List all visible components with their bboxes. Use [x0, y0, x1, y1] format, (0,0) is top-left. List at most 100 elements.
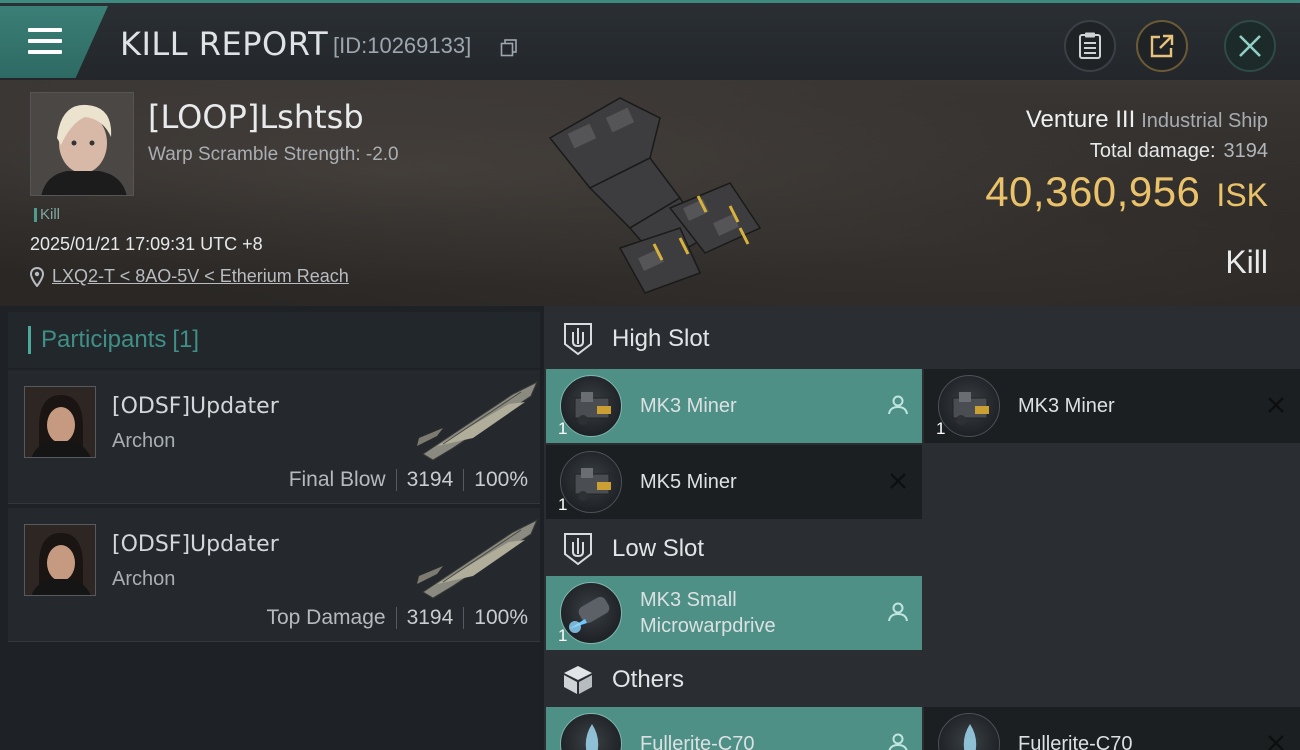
participant-avatar-image: [25, 525, 95, 595]
participants-label: Participants: [41, 326, 167, 353]
page-title: KILL REPORT: [120, 25, 329, 63]
clipboard-button[interactable]: [1064, 20, 1116, 72]
cargo-box-icon: [560, 662, 596, 698]
kill-tag: Kill: [34, 206, 60, 223]
kill-tag-label: Kill: [40, 206, 61, 223]
ship-info: Venture III Industrial Ship: [1026, 106, 1268, 134]
victim-avatar-image: [31, 93, 133, 195]
participant-row[interactable]: [ODSF]Updater Archon Top Damage 3194 100…: [8, 508, 540, 642]
fullerite-icon: [560, 713, 622, 750]
miner-module-icon: [938, 375, 1000, 437]
miner-module-icon: [560, 451, 622, 513]
participant-name[interactable]: [ODSF]Updater: [112, 532, 279, 557]
warp-scramble-strength: Warp Scramble Strength: -2.0: [148, 144, 399, 165]
high-slot-icon: [560, 321, 596, 357]
microwarpdrive-module-icon: [560, 582, 622, 644]
total-damage-label: Total damage:: [1089, 140, 1216, 162]
hamburger-icon: [28, 28, 62, 54]
participant-ship: Archon: [112, 568, 176, 590]
module-quantity: 1: [558, 495, 568, 514]
report-id: [ID:10269133]: [333, 33, 472, 58]
location-pin-icon: [30, 266, 44, 287]
tag-bar-icon: [34, 207, 37, 222]
participant-stats: Top Damage 3194 100%: [266, 606, 528, 630]
module-name: MK5 Miner: [640, 471, 737, 493]
clipboard-icon: [1079, 32, 1101, 59]
module-slot[interactable]: 1 MK3 Miner: [924, 369, 1300, 443]
participant-ship: Archon: [112, 430, 176, 452]
miner-module-icon: [560, 375, 622, 437]
share-icon: [1150, 34, 1174, 58]
module-slot[interactable]: 1 MK3 Miner: [546, 369, 922, 443]
module-name: MK3 Miner: [640, 395, 737, 417]
module-name: Fullerite-C70: [640, 733, 755, 750]
victim-name[interactable]: [LOOP]Lshtsb: [148, 98, 364, 136]
isk-amount: 40,360,956: [985, 168, 1201, 215]
participant-avatar-image: [25, 387, 95, 457]
archon-ship-image: [417, 518, 538, 599]
high-slot-label: High Slot: [612, 325, 710, 352]
participant-role: Top Damage: [266, 606, 386, 629]
participant-percent: 100%: [474, 468, 528, 491]
low-slot-icon: [560, 531, 596, 567]
fullerite-icon: [938, 713, 1000, 750]
module-quantity: 1: [558, 419, 568, 438]
victim-portrait[interactable]: [30, 92, 134, 196]
module-slot[interactable]: 1 MK5 Miner: [546, 445, 922, 519]
close-icon: [1239, 35, 1261, 57]
avatar[interactable]: [24, 386, 96, 458]
stat-divider: [395, 469, 397, 491]
total-damage-value: 3194: [1223, 140, 1269, 162]
participant-stats: Final Blow 3194 100%: [289, 468, 528, 492]
ship-class: Industrial Ship: [1141, 110, 1268, 132]
archon-ship-image: [417, 380, 538, 461]
ship-name[interactable]: Venture III: [1026, 106, 1135, 133]
fitting-panel: High Slot 1 MK3 Miner 1 MK3 Miner 1 MK5 …: [544, 306, 1300, 750]
stat-divider: [395, 607, 397, 629]
module-slot[interactable]: 1 Fullerite-C70: [924, 707, 1300, 750]
module-slot[interactable]: 1 Fullerite-C70: [546, 707, 922, 750]
low-slot-header: Low Slot: [544, 518, 1300, 580]
module-name: MK3 Miner: [1018, 395, 1115, 417]
low-slot-label: Low Slot: [612, 535, 705, 562]
stat-divider: [463, 607, 465, 629]
module-slot[interactable]: 1 MK3 Small Microwarpdrive: [546, 576, 922, 650]
module-name: MK3 Small Microwarpdrive: [640, 589, 776, 637]
others-label: Others: [612, 666, 685, 693]
total-damage: Total damage: 3194: [1090, 140, 1268, 163]
module-name: Fullerite-C70: [1018, 733, 1133, 750]
stat-divider: [463, 469, 465, 491]
destroyed-x-icon: [1268, 397, 1284, 413]
top-bar: KILL REPORT [ID:10269133]: [0, 0, 1300, 80]
participant-name[interactable]: [ODSF]Updater: [112, 394, 279, 419]
kill-datetime: 2025/01/21 17:09:31 UTC +8: [30, 234, 263, 254]
header-accent-bar: [28, 326, 31, 354]
isk-unit: ISK: [1216, 177, 1268, 213]
venture-ship-image: [548, 97, 762, 294]
participants-header: Participants [1]: [8, 312, 540, 368]
destroyed-x-icon: [890, 473, 906, 489]
isk-value: 40,360,956 ISK: [985, 168, 1268, 216]
participant-damage: 3194: [406, 606, 454, 629]
person-icon[interactable]: [886, 600, 910, 624]
module-quantity: 1: [936, 419, 946, 438]
participants-panel: Participants [1] [ODSF]Updater Archon Fi…: [0, 306, 540, 750]
participant-damage: 3194: [406, 468, 454, 491]
participants-count: [1]: [172, 326, 200, 353]
high-slot-header: High Slot: [544, 308, 1300, 370]
kill-location[interactable]: LXQ2-T < 8AO-5V < Etherium Reach: [30, 266, 349, 287]
destroyed-x-icon: [1268, 735, 1284, 750]
menu-button[interactable]: [0, 6, 108, 78]
location-link[interactable]: LXQ2-T < 8AO-5V < Etherium Reach: [52, 266, 349, 287]
module-quantity: 1: [558, 626, 568, 645]
participant-row[interactable]: [ODSF]Updater Archon Final Blow 3194 100…: [8, 370, 540, 504]
kill-banner: [LOOP]Lshtsb Warp Scramble Strength: -2.…: [0, 80, 1300, 306]
person-icon[interactable]: [886, 731, 910, 750]
share-button[interactable]: [1136, 20, 1188, 72]
copy-icon[interactable]: [500, 39, 518, 57]
others-header: Others: [544, 649, 1300, 711]
close-button[interactable]: [1224, 20, 1276, 72]
avatar[interactable]: [24, 524, 96, 596]
kill-result: Kill: [1225, 244, 1268, 280]
person-icon[interactable]: [886, 393, 910, 417]
